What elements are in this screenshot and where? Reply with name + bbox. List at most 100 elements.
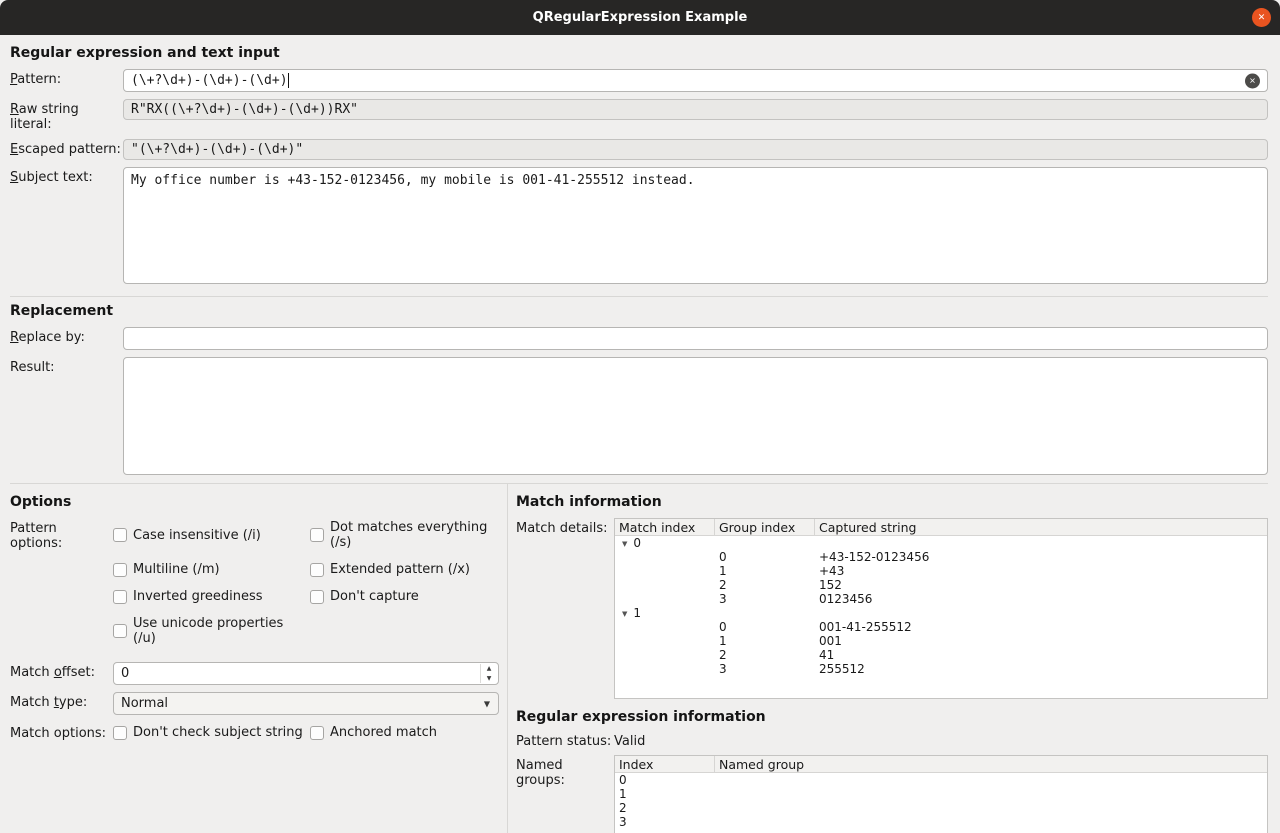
match-type-row: Match type: Normal ▼ bbox=[10, 692, 499, 715]
named-group-row-2[interactable]: 2 bbox=[615, 801, 1267, 815]
match-0-group-3-row[interactable]: 3 0123456 bbox=[615, 592, 1267, 606]
escaped-pattern-row: Escaped pattern: "(\+?\d+)-(\d+)-(\d+)" bbox=[10, 139, 1268, 160]
window-title: QRegularExpression Example bbox=[533, 10, 748, 25]
match-offset-label: Match offset: bbox=[10, 662, 113, 680]
spin-buttons: ▲ ▼ bbox=[480, 664, 497, 683]
checkbox-dont-capture[interactable]: Don't capture bbox=[310, 589, 499, 604]
titlebar[interactable]: QRegularExpression Example ✕ bbox=[0, 0, 1280, 35]
match-1-group-2-row[interactable]: 2 41 bbox=[615, 648, 1267, 662]
match-0-row[interactable]: ▼0 bbox=[615, 536, 1267, 550]
match-type-label: Match type: bbox=[10, 692, 113, 710]
named-groups-tree[interactable]: Index Named group 0 1 2 bbox=[614, 755, 1268, 833]
options-section-title: Options bbox=[10, 494, 499, 510]
options-pane: Options Pattern options: Case insensitiv… bbox=[10, 484, 508, 833]
checkbox-indicator bbox=[113, 726, 127, 740]
pattern-options-label: Pattern options: bbox=[10, 518, 113, 551]
match-1-group-1-row[interactable]: 1 001 bbox=[615, 634, 1267, 648]
regex-input-section-title: Regular expression and text input bbox=[10, 45, 1268, 61]
checkbox-extended-pattern[interactable]: Extended pattern (/x) bbox=[310, 562, 499, 577]
replace-by-input[interactable] bbox=[123, 327, 1268, 350]
result-area[interactable] bbox=[123, 357, 1268, 475]
replacement-section-title: Replacement bbox=[10, 303, 1268, 319]
checkbox-dont-check-subject-string[interactable]: Don't check subject string bbox=[113, 725, 310, 740]
escaped-pattern-value: "(\+?\d+)-(\d+)-(\d+)" bbox=[131, 142, 303, 157]
pattern-status-label: Pattern status: bbox=[516, 731, 614, 749]
pattern-value: (\+?\d+)-(\d+)-(\d+) bbox=[131, 73, 288, 88]
checkbox-indicator bbox=[310, 563, 324, 577]
collapse-icon[interactable]: ▼ bbox=[622, 610, 627, 618]
checkbox-use-unicode-properties[interactable]: Use unicode properties (/u) bbox=[113, 616, 310, 646]
collapse-icon[interactable]: ▼ bbox=[622, 540, 627, 548]
spin-down-button[interactable]: ▼ bbox=[481, 674, 497, 684]
match-offset-spinbox[interactable]: 0 ▲ ▼ bbox=[113, 662, 499, 685]
match-1-group-0-row[interactable]: 0 001-41-255512 bbox=[615, 620, 1267, 634]
column-header-match-index[interactable]: Match index bbox=[615, 519, 715, 535]
horizontal-divider bbox=[10, 296, 1268, 297]
match-options-grid: Don't check subject string Anchored matc… bbox=[113, 723, 437, 740]
pattern-status-value: Valid bbox=[614, 731, 645, 749]
checkbox-indicator bbox=[113, 624, 127, 638]
checkbox-inverted-greediness[interactable]: Inverted greediness bbox=[113, 589, 310, 604]
raw-string-value: R"RX((\+?\d+)-(\d+)-(\d+))RX" bbox=[131, 102, 358, 117]
match-offset-value: 0 bbox=[121, 666, 129, 681]
spin-up-button[interactable]: ▲ bbox=[481, 664, 497, 674]
match-details-tree[interactable]: Match index Group index Captured string … bbox=[614, 518, 1268, 699]
raw-string-field[interactable]: R"RX((\+?\d+)-(\d+)-(\d+))RX" bbox=[123, 99, 1268, 120]
pattern-status-row: Pattern status: Valid bbox=[516, 731, 1268, 749]
match-type-value: Normal bbox=[121, 696, 168, 711]
pattern-options-row: Pattern options: Case insensitive (/i) D… bbox=[10, 518, 499, 646]
subject-text-value: My office number is +43-152-0123456, my … bbox=[131, 173, 695, 188]
subject-text-area[interactable]: My office number is +43-152-0123456, my … bbox=[123, 167, 1268, 284]
match-0-group-1-row[interactable]: 1 +43 bbox=[615, 564, 1267, 578]
pattern-input[interactable]: (\+?\d+)-(\d+)-(\d+) ✕ bbox=[123, 69, 1268, 92]
tree-header: Index Named group bbox=[615, 756, 1267, 773]
column-header-captured-string[interactable]: Captured string bbox=[815, 519, 1267, 535]
match-offset-row: Match offset: 0 ▲ ▼ bbox=[10, 662, 499, 685]
app-window: QRegularExpression Example ✕ Regular exp… bbox=[0, 0, 1280, 833]
dialog-body: Regular expression and text input Patter… bbox=[0, 35, 1280, 833]
match-options-label: Match options: bbox=[10, 723, 113, 741]
match-1-group-3-row[interactable]: 3 255512 bbox=[615, 662, 1267, 676]
match-0-group-2-row[interactable]: 2 152 bbox=[615, 578, 1267, 592]
checkbox-indicator bbox=[310, 590, 324, 604]
subject-text-row: Subject text: My office number is +43-15… bbox=[10, 167, 1268, 284]
chevron-down-icon: ▼ bbox=[484, 699, 490, 708]
named-group-row-1[interactable]: 1 bbox=[615, 787, 1267, 801]
checkbox-multiline[interactable]: Multiline (/m) bbox=[113, 562, 310, 577]
checkbox-indicator bbox=[113, 590, 127, 604]
checkbox-anchored-match[interactable]: Anchored match bbox=[310, 725, 437, 740]
match-0-group-0-row[interactable]: 0 +43-152-0123456 bbox=[615, 550, 1267, 564]
result-label: Result: bbox=[10, 357, 123, 375]
match-type-combobox[interactable]: Normal ▼ bbox=[113, 692, 499, 715]
result-row: Result: bbox=[10, 357, 1268, 475]
clear-button[interactable]: ✕ bbox=[1245, 73, 1260, 88]
checkbox-indicator bbox=[113, 528, 127, 542]
column-header-named-group[interactable]: Named group bbox=[715, 756, 1267, 772]
checkbox-indicator bbox=[113, 563, 127, 577]
checkbox-indicator bbox=[310, 528, 324, 542]
escaped-pattern-label: Escaped pattern: bbox=[10, 139, 123, 157]
match-1-row[interactable]: ▼1 bbox=[615, 606, 1267, 620]
named-group-row-3[interactable]: 3 bbox=[615, 815, 1267, 829]
pattern-label: Pattern: bbox=[10, 69, 123, 87]
pattern-options-grid: Case insensitive (/i) Dot matches everyt… bbox=[113, 518, 499, 646]
column-header-index[interactable]: Index bbox=[615, 756, 715, 772]
checkbox-case-insensitive[interactable]: Case insensitive (/i) bbox=[113, 520, 310, 550]
regexp-info-section-title: Regular expression information bbox=[516, 709, 1268, 725]
text-caret bbox=[288, 73, 289, 88]
escaped-pattern-field[interactable]: "(\+?\d+)-(\d+)-(\d+)" bbox=[123, 139, 1268, 160]
column-header-group-index[interactable]: Group index bbox=[715, 519, 815, 535]
named-group-row-0[interactable]: 0 bbox=[615, 773, 1267, 787]
pattern-row: Pattern: (\+?\d+)-(\d+)-(\d+) ✕ bbox=[10, 69, 1268, 92]
close-button[interactable]: ✕ bbox=[1252, 8, 1271, 27]
checkbox-dot-matches-everything[interactable]: Dot matches everything (/s) bbox=[310, 520, 499, 550]
replace-by-row: Replace by: bbox=[10, 327, 1268, 350]
match-info-section-title: Match information bbox=[516, 494, 1268, 510]
bottom-panes: Options Pattern options: Case insensitiv… bbox=[10, 484, 1268, 833]
match-info-pane: Match information Match details: Match i… bbox=[508, 484, 1268, 833]
match-options-row: Match options: Don't check subject strin… bbox=[10, 723, 499, 741]
raw-string-row: Raw string literal: R"RX((\+?\d+)-(\d+)-… bbox=[10, 99, 1268, 132]
checkbox-indicator bbox=[310, 726, 324, 740]
tree-header: Match index Group index Captured string bbox=[615, 519, 1267, 536]
match-details-label: Match details: bbox=[516, 518, 614, 536]
